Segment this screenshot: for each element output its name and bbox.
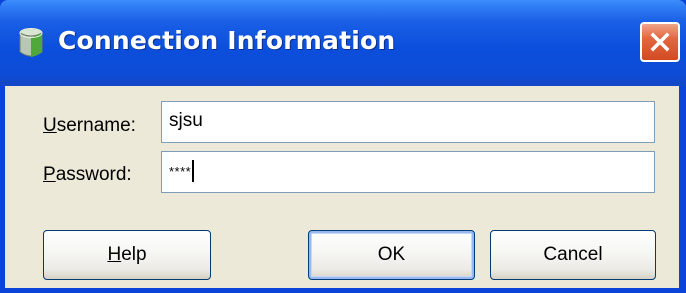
close-icon <box>650 32 670 52</box>
password-label: Password: <box>43 164 132 185</box>
username-label: Username: <box>43 115 136 136</box>
database-icon <box>19 28 43 57</box>
window-border-right <box>679 86 686 293</box>
password-input[interactable]: **** <box>161 151 655 193</box>
window-border-left <box>0 86 5 293</box>
window-border-bottom <box>0 288 686 293</box>
dialog-title: Connection Information <box>58 26 396 55</box>
cancel-button[interactable]: Cancel <box>490 230 656 280</box>
username-input[interactable]: sjsu <box>161 101 655 143</box>
help-button[interactable]: Help <box>43 230 211 280</box>
title-bar[interactable]: Connection Information <box>0 0 686 86</box>
ok-button[interactable]: OK <box>308 230 475 280</box>
close-button[interactable] <box>640 22 680 62</box>
text-caret <box>192 160 195 182</box>
connection-dialog: Connection Information Username: sjsu Pa… <box>0 0 686 293</box>
dialog-body: Username: sjsu Password: **** Help OK Ca… <box>5 86 679 288</box>
